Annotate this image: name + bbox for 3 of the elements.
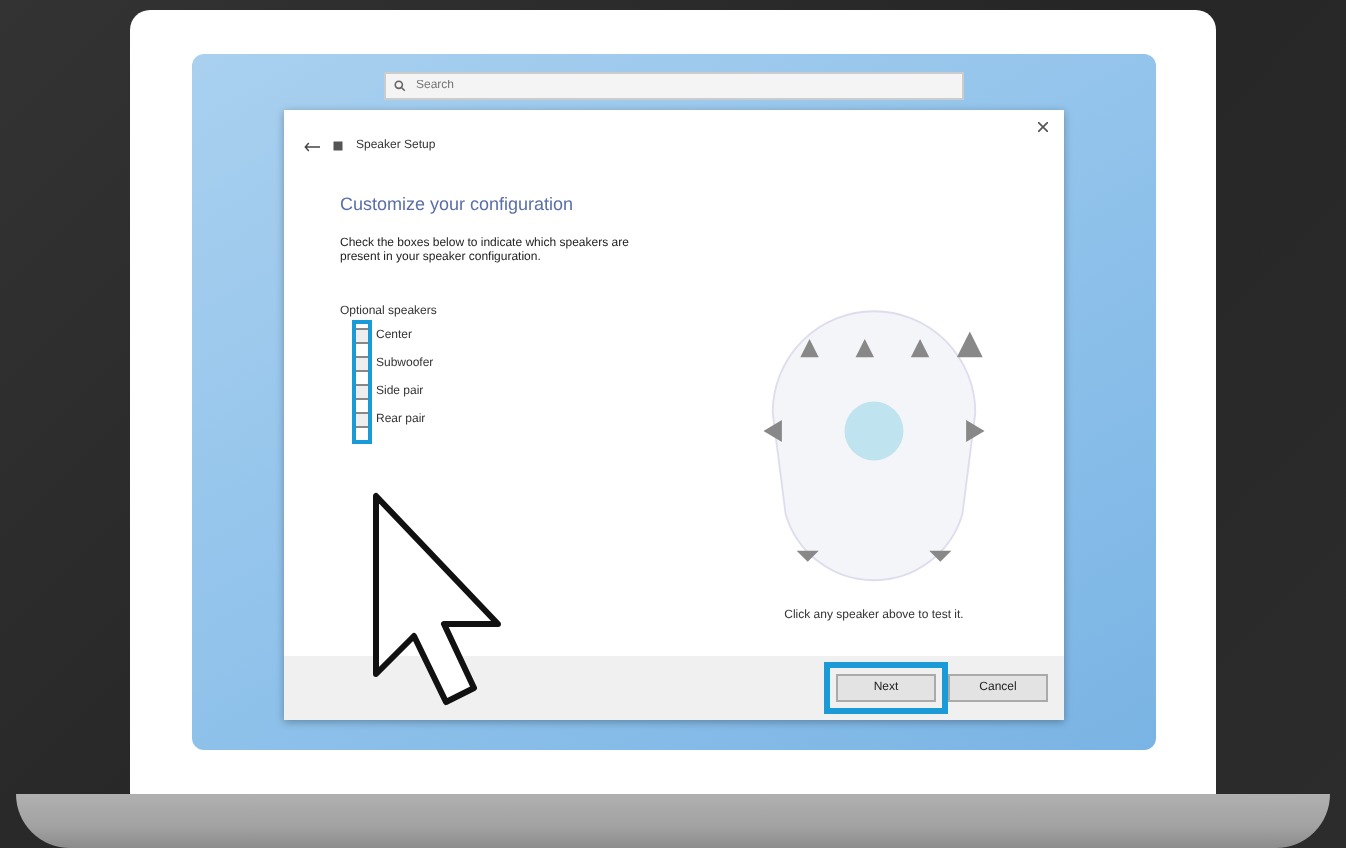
close-icon[interactable]	[1038, 122, 1048, 132]
dialog-heading: Customize your configuration	[340, 194, 576, 214]
back-arrow-icon[interactable]	[304, 141, 320, 151]
